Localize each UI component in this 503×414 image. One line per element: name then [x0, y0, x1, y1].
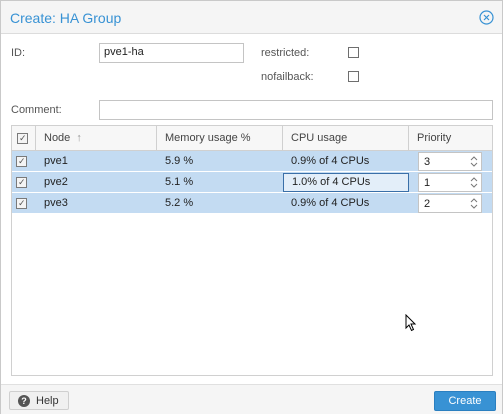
select-all-checkbox[interactable]: ✓ — [17, 133, 28, 144]
node-cell: pve1 — [44, 155, 68, 167]
row-checkbox[interactable]: ✓ — [16, 198, 27, 209]
id-value: pve1-ha — [104, 46, 144, 58]
priority-spinner[interactable]: 2 — [418, 194, 482, 213]
row-checkbox[interactable]: ✓ — [16, 177, 27, 188]
restricted-label: restricted: — [261, 47, 310, 59]
create-button[interactable]: Create — [434, 391, 496, 411]
mouse-pointer-icon — [405, 313, 417, 332]
cpu-cell: 0.9% of 4 CPUs — [291, 197, 370, 209]
memory-cell: 5.9 % — [165, 155, 194, 167]
help-button[interactable]: ? Help — [9, 391, 69, 410]
dialog-title: Create: HA Group — [10, 10, 122, 26]
grid-header: ✓ Node ↑ Memory usage % CPU usage Priori… — [12, 126, 492, 151]
create-ha-group-dialog: Create: HA Group ID: pve1-ha restricted:… — [0, 0, 503, 414]
column-label-cpu: CPU usage — [291, 132, 348, 144]
cpu-cell-focused[interactable]: 1.0% of 4 CPUs — [283, 173, 409, 192]
node-cell: pve3 — [44, 197, 68, 209]
nofailback-label: nofailback: — [261, 71, 314, 83]
column-header-priority[interactable]: Priority — [409, 126, 492, 151]
priority-value: 1 — [424, 177, 431, 189]
comment-label: Comment: — [11, 104, 62, 116]
nodes-grid: ✓ Node ↑ Memory usage % CPU usage Priori… — [11, 125, 493, 376]
column-header-cpu[interactable]: CPU usage — [283, 126, 409, 151]
check-mark-icon: ✓ — [18, 198, 26, 208]
priority-value: 3 — [424, 156, 431, 168]
column-label-memory: Memory usage % — [165, 132, 251, 144]
close-icon[interactable] — [479, 10, 494, 25]
nofailback-checkbox[interactable] — [348, 71, 359, 82]
comment-field[interactable] — [99, 100, 493, 120]
table-row[interactable]: ✓ pve1 5.9 % 0.9% of 4 CPUs 3 — [12, 151, 492, 172]
check-mark-icon: ✓ — [18, 177, 26, 187]
priority-spinner[interactable]: 1 — [418, 173, 482, 192]
spin-up-down-icon[interactable] — [469, 175, 479, 190]
id-label: ID: — [11, 47, 26, 59]
table-row[interactable]: ✓ pve2 5.1 % 1.0% of 4 CPUs 1 — [12, 172, 492, 193]
dialog-titlebar[interactable]: Create: HA Group — [1, 1, 502, 34]
priority-value: 2 — [424, 198, 431, 210]
spin-up-down-icon[interactable] — [469, 154, 479, 169]
check-mark-icon: ✓ — [18, 156, 26, 166]
node-cell: pve2 — [44, 176, 68, 188]
column-label-priority: Priority — [417, 132, 452, 144]
priority-spinner[interactable]: 3 — [418, 152, 482, 171]
table-row[interactable]: ✓ pve3 5.2 % 0.9% of 4 CPUs 2 — [12, 193, 492, 214]
restricted-checkbox[interactable] — [348, 47, 359, 58]
help-label: Help — [36, 395, 59, 407]
row-checkbox[interactable]: ✓ — [16, 156, 27, 167]
cpu-cell: 0.9% of 4 CPUs — [291, 155, 370, 167]
column-header-node[interactable]: Node ↑ — [36, 126, 157, 151]
dialog-footer: ? Help Create — [1, 384, 502, 414]
column-label-node: Node — [44, 132, 71, 144]
id-field[interactable]: pve1-ha — [99, 43, 244, 63]
check-mark-icon: ✓ — [19, 133, 27, 143]
select-all-cell[interactable]: ✓ — [12, 126, 36, 151]
column-header-memory[interactable]: Memory usage % — [157, 126, 283, 151]
spin-up-down-icon[interactable] — [469, 196, 479, 211]
question-circle-icon: ? — [18, 395, 30, 407]
sort-ascending-icon: ↑ — [76, 132, 82, 144]
memory-cell: 5.2 % — [165, 197, 194, 209]
memory-cell: 5.1 % — [165, 176, 194, 188]
